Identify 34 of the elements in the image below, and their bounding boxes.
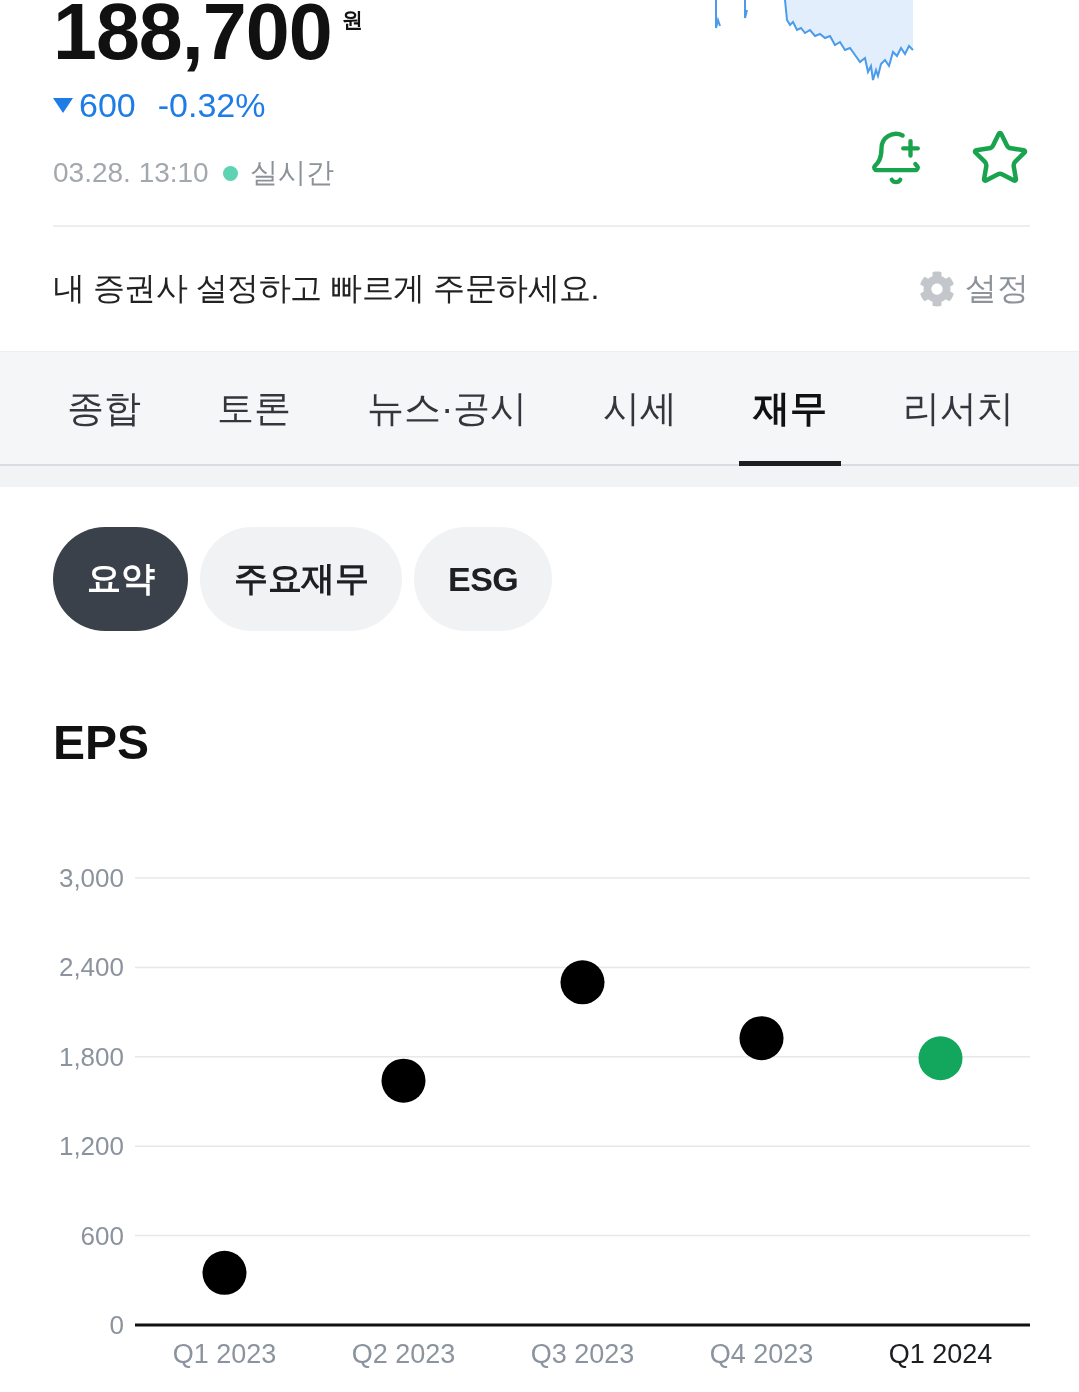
x-axis-tick-label: Q2 2023: [351, 1339, 456, 1369]
filter-chip[interactable]: 요약: [53, 527, 188, 631]
x-axis-tick-label: Q3 2023: [530, 1339, 635, 1369]
y-axis-tick-label: 600: [80, 1220, 124, 1251]
x-axis-tick-label: Q1 2023: [172, 1339, 277, 1369]
x-axis-tick-label: Q1 2024: [888, 1339, 993, 1369]
tab[interactable]: 토론: [203, 352, 305, 466]
data-point: [560, 960, 605, 1005]
y-axis-tick-label: 0: [109, 1310, 124, 1340]
tab[interactable]: 뉴스·공시: [353, 352, 542, 466]
filter-chip[interactable]: ESG: [414, 527, 553, 631]
data-point: [381, 1058, 426, 1103]
currency-unit: 원: [341, 7, 363, 33]
timestamp: 03.28. 13:10: [53, 156, 209, 190]
y-axis-tick-label: 1,200: [58, 1131, 124, 1162]
settings-icon: [919, 271, 955, 307]
live-label: 실시간: [249, 156, 334, 190]
y-axis-tick-label: 2,400: [58, 952, 124, 983]
live-status-dot-icon: [222, 165, 238, 181]
y-axis-tick-label: 3,000: [58, 863, 124, 893]
tab[interactable]: 리서치: [889, 352, 1029, 466]
price-change: 600: [79, 85, 136, 125]
data-point: [918, 1036, 963, 1081]
data-point: [739, 1016, 784, 1061]
section-title: EPS: [53, 715, 150, 771]
tab[interactable]: 종합: [53, 352, 155, 466]
filter-chip[interactable]: 주요재무: [200, 527, 402, 631]
x-axis-tick-label: Q4 2023: [709, 1339, 814, 1369]
data-point: [202, 1250, 247, 1295]
price-change-percent: -0.32%: [157, 85, 266, 125]
stock-price: 188,700: [53, 0, 332, 71]
broker-setup-message: 내 증권사 설정하고 빠르게 주문하세요.: [53, 269, 599, 308]
y-axis-tick-label: 1,800: [58, 1041, 124, 1072]
tab[interactable]: 시세: [589, 352, 692, 466]
